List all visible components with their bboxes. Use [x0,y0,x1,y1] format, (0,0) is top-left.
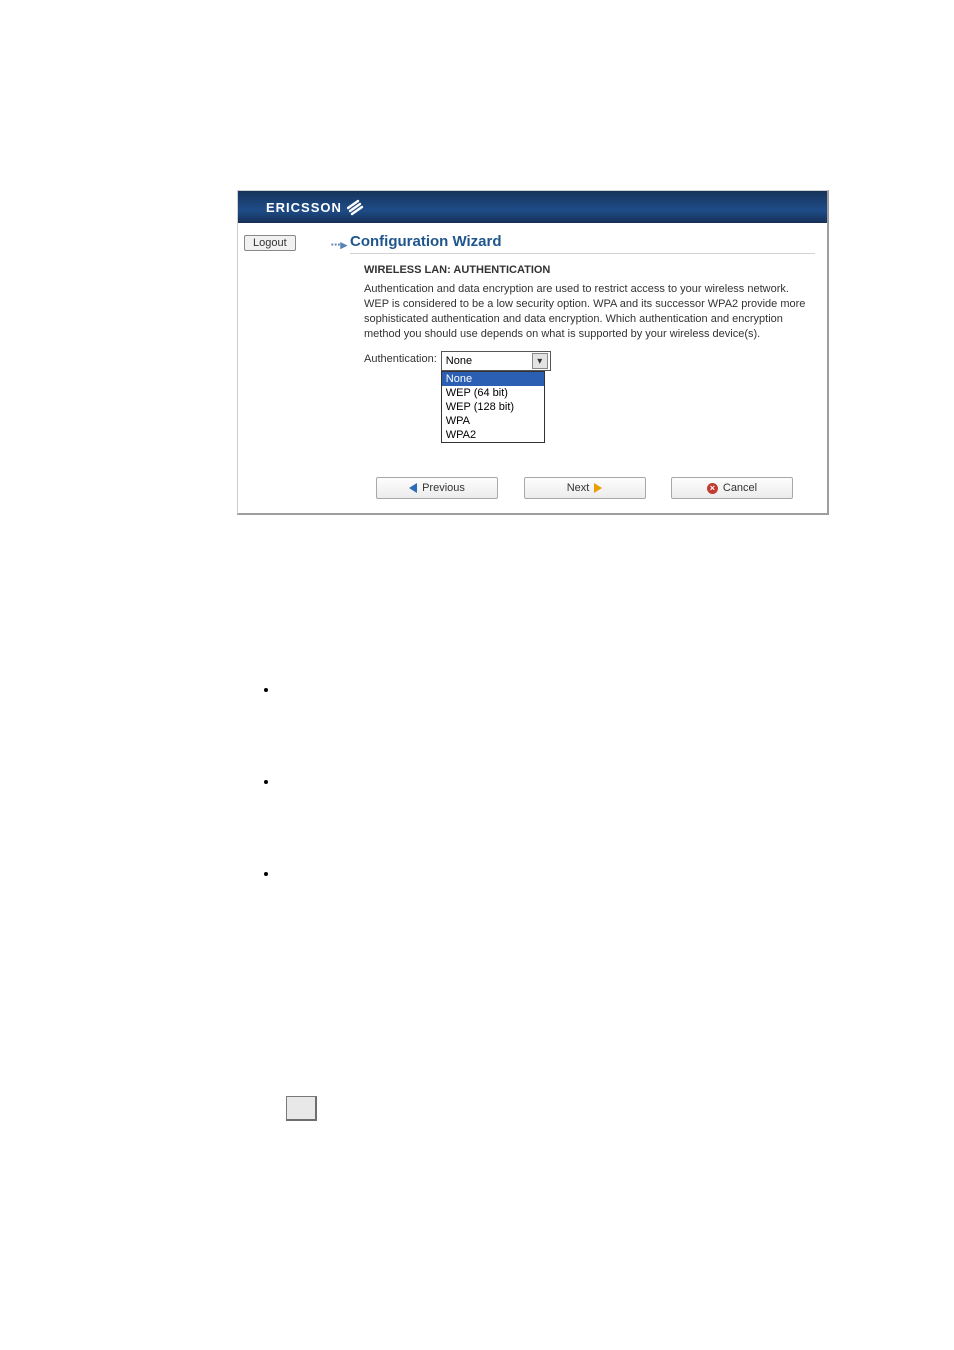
list-item [278,866,818,880]
cancel-button-label: Cancel [723,482,757,494]
cancel-button[interactable]: × Cancel [671,477,793,499]
brand-text: ERICSSON [266,200,342,215]
logout-button[interactable]: Logout [244,235,296,251]
embedded-screenshot: ERICSSON Logout ···▸ Configuration Wizar… [237,190,829,515]
chevron-down-icon: ▾ [532,353,548,369]
wizard-subtitle: WIRELESS LAN: AUTHENTICATION [364,264,815,276]
brand-banner: ERICSSON [238,191,827,223]
wizard-progress-icon: ···▸ [330,237,346,253]
authentication-option[interactable]: None [442,372,544,386]
next-button-label: Next [567,482,590,494]
bullet-list [238,682,818,958]
authentication-option[interactable]: WPA [442,414,544,428]
authentication-label: Authentication: [364,351,441,365]
arrow-right-icon [594,483,602,493]
previous-button-label: Previous [422,482,465,494]
list-item [278,682,818,696]
brand-stripes-icon [347,198,365,216]
wizard-title: Configuration Wizard [350,233,815,250]
divider [350,253,815,254]
authentication-selected-value: None [446,355,472,367]
previous-button[interactable]: Previous [376,477,498,499]
wizard-description: Authentication and data encryption are u… [364,282,815,341]
next-button[interactable]: Next [524,477,646,499]
cancel-icon: × [707,483,718,494]
authentication-option[interactable]: WPA2 [442,428,544,442]
authentication-option[interactable]: WEP (128 bit) [442,400,544,414]
next-placeholder-icon [286,1096,317,1121]
authentication-select[interactable]: None ▾ [441,351,551,371]
authentication-dropdown-open[interactable]: None WEP (64 bit) WEP (128 bit) WPA WPA2 [441,371,545,443]
arrow-left-icon [409,483,417,493]
authentication-option[interactable]: WEP (64 bit) [442,386,544,400]
list-item [278,774,818,788]
